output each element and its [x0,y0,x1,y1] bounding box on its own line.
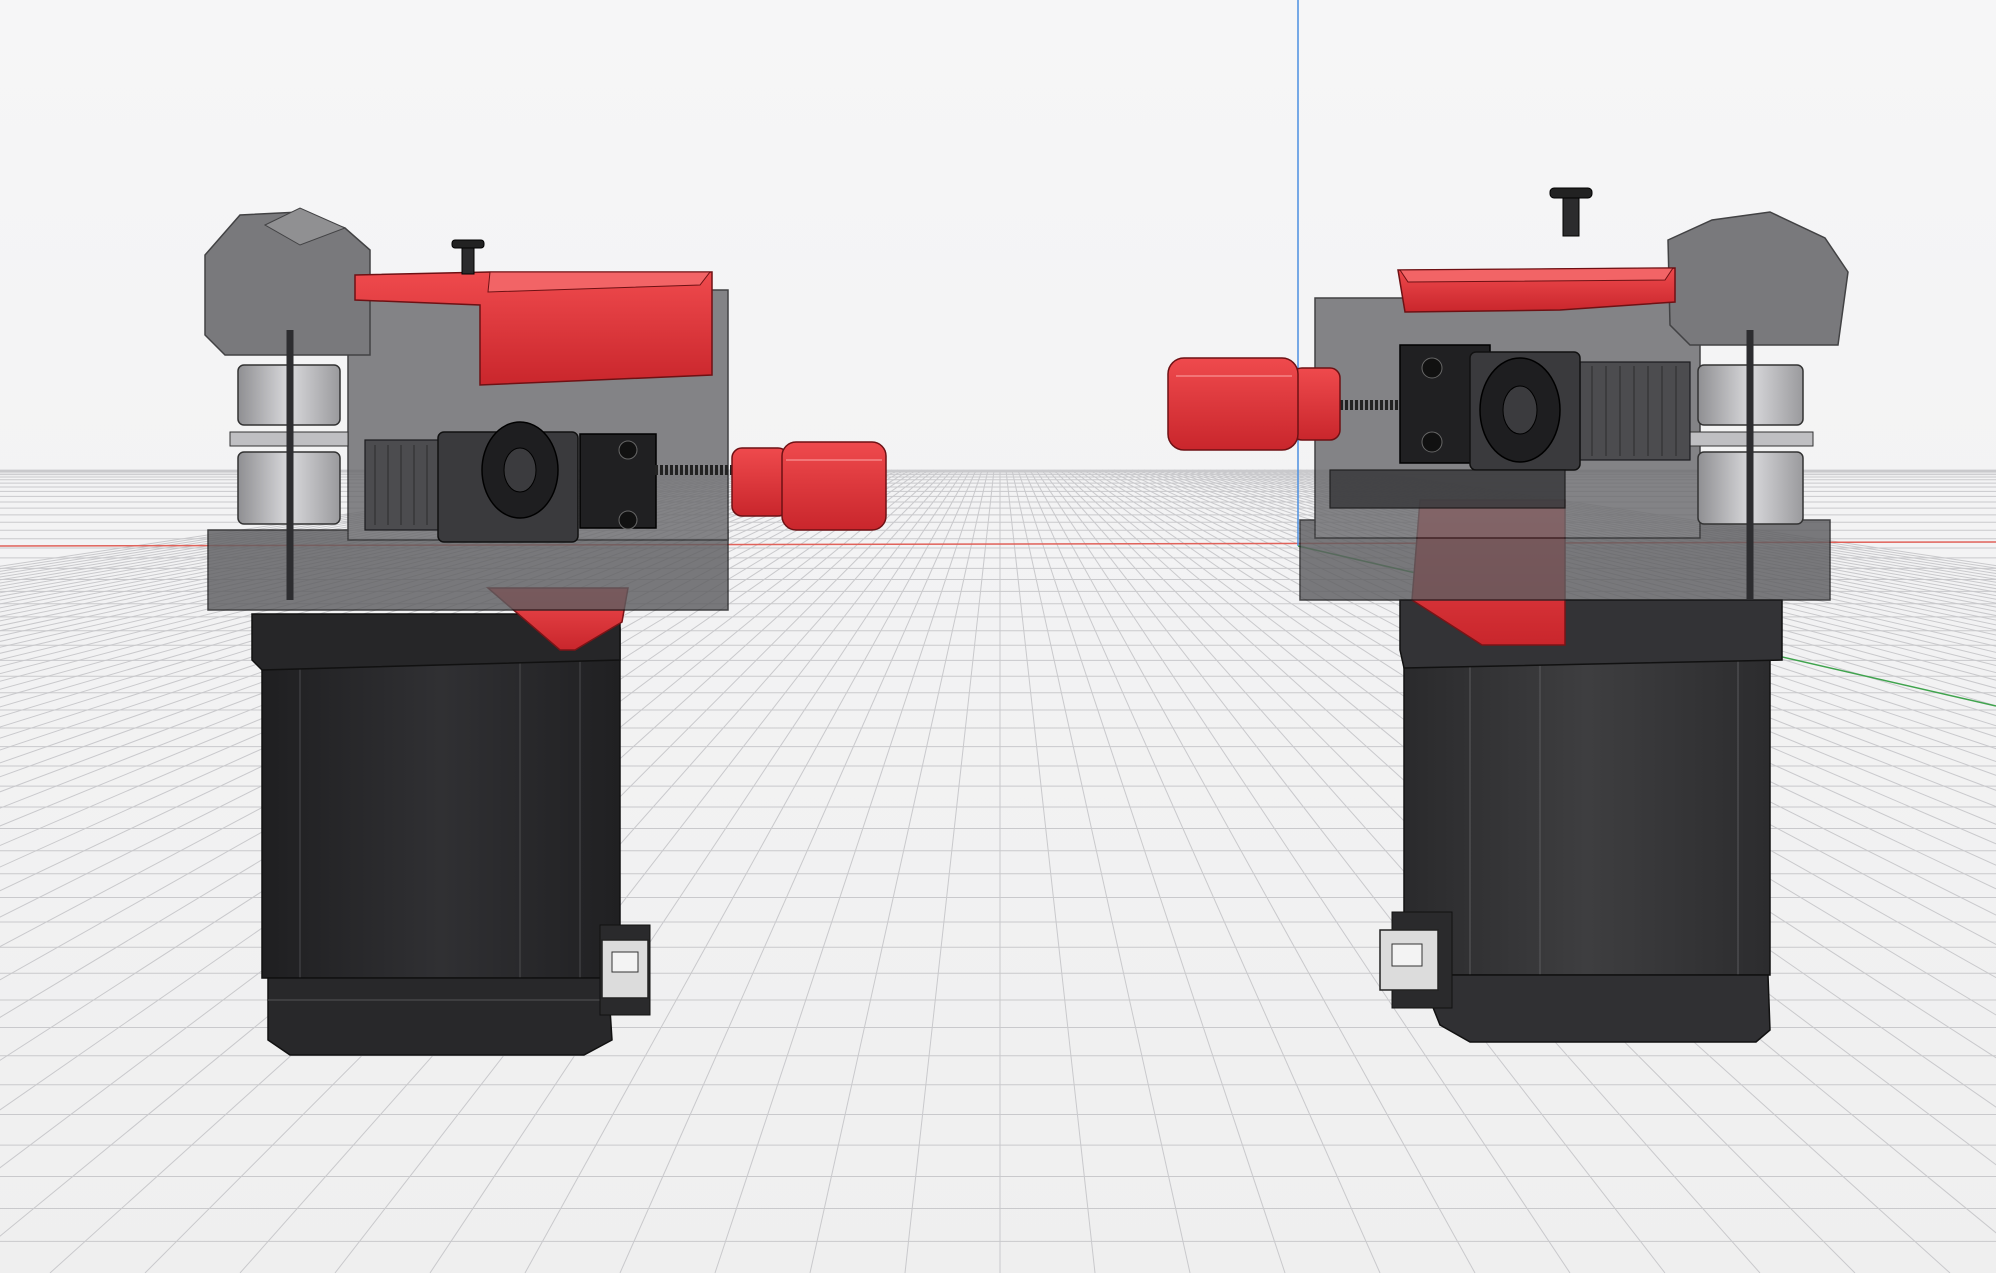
top-bolt-left [451,239,485,275]
cad-viewport[interactable] [0,0,1996,1273]
motor-connector-right [1379,929,1439,991]
screw-icon [618,510,638,530]
grid-line [809,469,989,1273]
stepper-motor-left[interactable] [251,613,651,1056]
3d-scene[interactable] [0,0,1996,1273]
motor-connector-left [601,939,649,999]
idler-arm-left[interactable] [437,421,657,543]
grid-line [1005,469,1096,1273]
grid-line [714,469,983,1273]
grid-line [1017,469,1286,1273]
drive-gear-right [1579,361,1691,461]
stepper-motor-right[interactable] [1391,599,1783,1043]
grid-line [904,469,995,1273]
tension-knob-right[interactable] [1167,357,1341,451]
extruder-left-model[interactable] [204,207,887,1056]
extruder-right-model[interactable] [1167,187,1849,1043]
screw-icon [1421,431,1443,453]
screw-icon [618,440,638,460]
tension-lever-right[interactable] [1397,267,1676,313]
screw-icon [1421,357,1443,379]
grid-line [1011,469,1191,1273]
top-bolt-right [1549,187,1593,237]
